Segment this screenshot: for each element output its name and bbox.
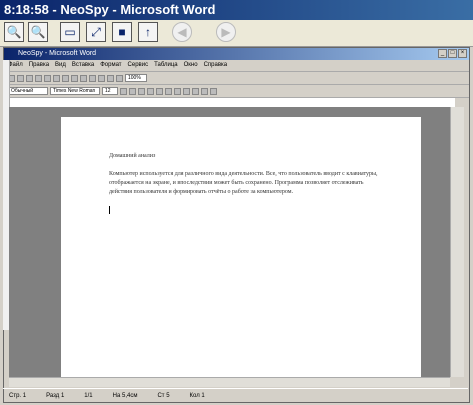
- zoom-out-icon[interactable]: 🔍: [28, 22, 48, 42]
- redo-icon[interactable]: [98, 74, 105, 82]
- menu-bar: Файл Правка Вид Вставка Формат Сервис Та…: [4, 60, 469, 72]
- justify-icon[interactable]: [174, 87, 181, 95]
- stop-icon[interactable]: ■: [112, 22, 132, 42]
- italic-icon[interactable]: [129, 87, 136, 95]
- zoom-select[interactable]: 100%: [125, 74, 147, 82]
- menu-format[interactable]: Формат: [100, 60, 121, 71]
- text-caret: [109, 206, 110, 214]
- align-right-icon[interactable]: [165, 87, 172, 95]
- menu-window[interactable]: Окно: [184, 60, 198, 71]
- bullets-icon[interactable]: [192, 87, 199, 95]
- align-center-icon[interactable]: [156, 87, 163, 95]
- document-area[interactable]: Домашний анализ Компьютер используется д…: [9, 107, 450, 377]
- status-col: Кол 1: [189, 393, 205, 399]
- menu-help[interactable]: Справка: [204, 60, 228, 71]
- save-icon[interactable]: [26, 74, 33, 82]
- table-icon[interactable]: [107, 74, 114, 82]
- viewer-toolbar: 🔍 🔍 ▭ ⤢ ■ ↑ ◀ ▶: [0, 20, 473, 47]
- forward-icon[interactable]: ▶: [216, 22, 236, 42]
- status-pages: 1/1: [84, 393, 93, 399]
- word-title-bar: NeoSpy - Microsoft Word _ □ ×: [4, 48, 469, 60]
- cut-icon[interactable]: [62, 74, 69, 82]
- copy-icon[interactable]: [71, 74, 78, 82]
- status-section: Разд 1: [46, 393, 65, 399]
- bold-icon[interactable]: [120, 87, 127, 95]
- font-color-icon[interactable]: [210, 87, 217, 95]
- upload-icon[interactable]: ↑: [138, 22, 158, 42]
- fullscreen-icon[interactable]: ⤢: [86, 22, 106, 42]
- document-heading: Домашний анализ: [109, 153, 156, 159]
- close-icon[interactable]: ×: [458, 49, 467, 58]
- menu-table[interactable]: Таблица: [154, 60, 178, 71]
- status-bar: Стр. 1 Разд 1 1/1 На 5,4см Ст 5 Кол 1: [3, 388, 468, 403]
- zoom-in-icon[interactable]: 🔍: [4, 22, 24, 42]
- document-page[interactable]: Домашний анализ Компьютер используется д…: [61, 117, 421, 377]
- open-icon[interactable]: [17, 74, 24, 82]
- align-left-icon[interactable]: [147, 87, 154, 95]
- menu-tools[interactable]: Сервис: [128, 60, 149, 71]
- horizontal-scrollbar[interactable]: [9, 377, 450, 387]
- preview-icon[interactable]: [44, 74, 51, 82]
- menu-insert[interactable]: Вставка: [72, 60, 94, 71]
- status-page: Стр. 1: [9, 393, 27, 399]
- menu-edit[interactable]: Правка: [29, 60, 49, 71]
- outer-window-title: 8:18:58 - NeoSpy - Microsoft Word: [0, 0, 473, 20]
- document-text[interactable]: Домашний анализ Компьютер используется д…: [109, 152, 379, 215]
- back-icon[interactable]: ◀: [172, 22, 192, 42]
- word-title: NeoSpy - Microsoft Word: [18, 50, 97, 57]
- minimize-icon[interactable]: _: [438, 49, 447, 58]
- maximize-icon[interactable]: □: [448, 49, 457, 58]
- font-size-select[interactable]: 12: [102, 87, 118, 95]
- formatting-toolbar: Обычный Times New Roman 12: [4, 85, 469, 98]
- window-icon[interactable]: ▭: [60, 22, 80, 42]
- vertical-scrollbar[interactable]: [450, 107, 464, 377]
- font-select[interactable]: Times New Roman: [50, 87, 100, 95]
- menu-view[interactable]: Вид: [55, 60, 66, 71]
- style-select[interactable]: Обычный: [8, 87, 48, 95]
- document-paragraph: Компьютер используется для различного ви…: [109, 171, 378, 195]
- underline-icon[interactable]: [138, 87, 145, 95]
- columns-icon[interactable]: [116, 74, 123, 82]
- spellcheck-icon[interactable]: [53, 74, 60, 82]
- status-position: На 5,4см: [112, 393, 138, 399]
- status-line: Ст 5: [157, 393, 170, 399]
- menu-file[interactable]: Файл: [8, 60, 23, 71]
- paste-icon[interactable]: [80, 74, 87, 82]
- highlight-icon[interactable]: [201, 87, 208, 95]
- undo-icon[interactable]: [89, 74, 96, 82]
- print-icon[interactable]: [35, 74, 42, 82]
- numbering-icon[interactable]: [183, 87, 190, 95]
- standard-toolbar: 100%: [4, 72, 469, 85]
